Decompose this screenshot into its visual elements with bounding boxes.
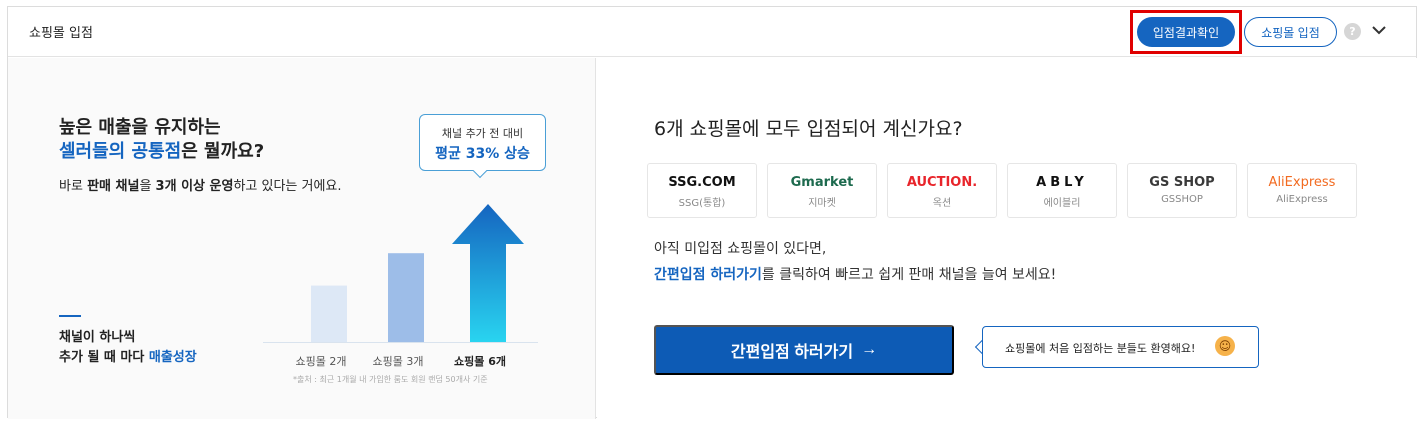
ssg-logo: SSG.COM (668, 175, 736, 190)
sub-text: 바로 (59, 179, 88, 194)
mall-name: 옥션 (932, 198, 952, 209)
mall-name: 지마켓 (808, 198, 836, 209)
bubble-caption: 채널 추가 전 대비 (441, 127, 524, 140)
chart-bar (311, 285, 347, 342)
mall-question: 6개 쇼핑몰에 모두 입점되어 계신가요? (654, 118, 963, 140)
smile-emoji-icon: ☺ (1215, 336, 1235, 356)
growth-bubble: 채널 추가 전 대비 평균 33% 상승 (419, 114, 546, 171)
gsshop-logo: GS SHOP (1149, 175, 1215, 190)
quick-entry-button[interactable]: 간편입점 하러가기 → (654, 325, 954, 375)
headline-line1: 높은 매출을 유지하는 (59, 117, 221, 138)
headline-line2: 셀러들의 공통점은 뭘까요? (59, 140, 264, 164)
entry-result-button[interactable]: 입점결과확인 (1137, 17, 1235, 47)
mall-card-auction[interactable]: AUCTION. 옥션 (887, 163, 997, 218)
headline-highlight: 셀러들의 공통점 (59, 141, 182, 162)
bubble-value: 평균 33% 상승 (435, 146, 530, 162)
ably-logo: ABLY (1036, 175, 1088, 190)
gmarket-logo: Gmarket (790, 175, 854, 190)
help-icon[interactable]: ? (1344, 23, 1361, 40)
mall-card-gmarket[interactable]: Gmarket 지마켓 (767, 163, 877, 218)
mall-card-ssg[interactable]: SSG.COM SSG(통합) (647, 163, 757, 218)
chart-baseline (263, 342, 538, 343)
headline-rest: 은 뭘까요? (181, 141, 265, 162)
aliexpress-logo: AliExpress (1268, 175, 1336, 190)
mall-card-gsshop[interactable]: GS SHOP GSSHOP (1127, 163, 1237, 218)
promo-section: 높은 매출을 유지하는 셀러들의 공통점은 뭘까요? 바로 판매 채널을 3개 … (8, 58, 596, 419)
growth-line2: 추가 될 때 마다 매출성장 (59, 346, 197, 365)
category-label: 쇼핑몰 6개 (454, 355, 506, 368)
quick-entry-link[interactable]: 간편입점 하러가기 (654, 267, 762, 283)
info-rest: 를 클릭하여 빠르고 쉽게 판매 채널을 늘여 보세요! (761, 267, 1057, 283)
info-line2: 간편입점 하러가기를 클릭하여 빠르고 쉽게 판매 채널을 늘여 보세요! (654, 264, 1056, 284)
arrow-right-icon: → (861, 341, 878, 358)
auction-logo: AUCTION. (906, 175, 978, 190)
mall-card-aliexpress[interactable]: AliExpress AliExpress (1247, 163, 1357, 218)
category-label: 쇼핑몰 2개 (295, 355, 347, 368)
growth-highlight: 매출성장 (148, 350, 197, 365)
mall-entry-panel: 쇼핑몰 입점 입점결과확인 쇼핑몰 입점 ? 높은 매출을 유지하는 셀러들의 … (7, 6, 1417, 419)
panel-header: 쇼핑몰 입점 입점결과확인 쇼핑몰 입점 ? (8, 7, 1416, 57)
chevron-down-icon[interactable] (1368, 19, 1390, 41)
mall-entry-button[interactable]: 쇼핑몰 입점 (1244, 17, 1337, 47)
welcome-bubble: 쇼핑몰에 처음 입점하는 분들도 환영해요! ☺ (982, 326, 1259, 368)
growth-line1: 채널이 하나씩 (59, 330, 136, 345)
growth-text: 추가 될 때 마다 (59, 350, 149, 365)
chart-arrow-bar (452, 204, 524, 342)
mall-name: GSSHOP (1161, 194, 1203, 205)
category-label: 쇼핑몰 3개 (372, 355, 424, 368)
chart-bar (388, 253, 424, 342)
mall-card-ably[interactable]: ABLY 에이블리 (1007, 163, 1117, 218)
growth-chart (311, 204, 524, 342)
cta-label: 간편입점 하러가기 (730, 344, 854, 361)
welcome-text: 쇼핑몰에 처음 입점하는 분들도 환영해요! (1005, 342, 1196, 355)
panel-title: 쇼핑몰 입점 (29, 26, 93, 41)
sub-text: 을 (139, 179, 156, 194)
chart-footnote: *출처 : 최근 1개월 내 가입한 룸도 회원 랜덤 50개사 기준 (293, 375, 488, 384)
sub-bold-count: 3개 이상 운영 (155, 179, 234, 194)
info-line1: 아직 미입점 쇼핑몰이 있다면, (654, 241, 827, 257)
mall-status-section: 6개 쇼핑몰에 모두 입점되어 계신가요? SSG.COM SSG(통합) Gm… (597, 58, 1417, 419)
accent-dash (59, 315, 81, 317)
sub-bold-channel: 판매 채널 (87, 179, 140, 194)
mall-name: SSG(통합) (678, 198, 726, 209)
mall-name: 에이블리 (1043, 198, 1081, 209)
mall-name: AliExpress (1276, 194, 1328, 205)
